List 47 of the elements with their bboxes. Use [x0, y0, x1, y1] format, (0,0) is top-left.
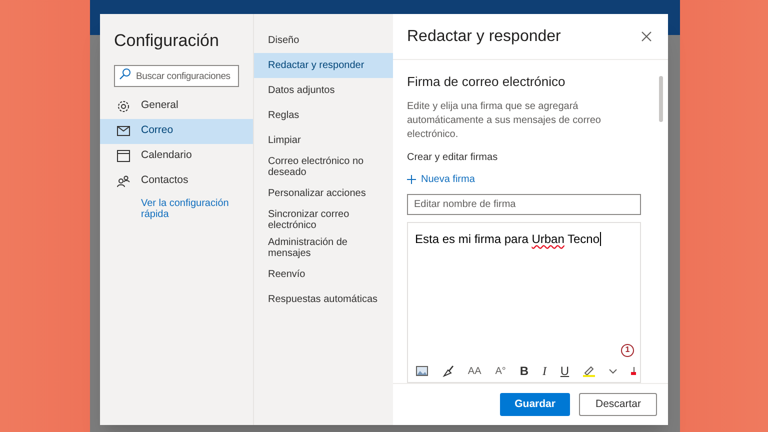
- subsection-item[interactable]: Reglas: [254, 103, 393, 128]
- subsection-item[interactable]: Respuestas automáticas: [254, 287, 393, 312]
- close-icon[interactable]: [641, 31, 652, 42]
- mail-icon: [117, 126, 130, 136]
- italic-button[interactable]: I: [542, 362, 546, 380]
- category-item[interactable]: Correo: [100, 118, 253, 144]
- category-item[interactable]: General: [100, 94, 253, 118]
- plus-icon: [407, 174, 416, 184]
- people-icon: [117, 175, 130, 187]
- signature-text: Esta es mi firma para Urban Tecno: [415, 231, 601, 248]
- new-signature-link[interactable]: Nueva firma: [407, 172, 654, 186]
- search-field[interactable]: Buscar configuraciones: [114, 65, 239, 87]
- calendar-icon: [117, 150, 130, 162]
- description-text: Edite y elija una firma que se agregará automáticamente a sus mensajes de correo electrónico.: [407, 100, 602, 142]
- scrollbar-thumb[interactable]: [659, 76, 663, 122]
- category-item[interactable]: Contactos: [100, 168, 253, 194]
- search-icon: [119, 68, 131, 80]
- subsection-item[interactable]: Datos adjuntos: [254, 78, 393, 103]
- bold-button[interactable]: B: [520, 362, 528, 380]
- discard-button[interactable]: Descartar: [579, 393, 657, 416]
- section-title: Firma de correo electrónico: [407, 73, 566, 91]
- subsection-item[interactable]: Reenvío: [254, 262, 393, 287]
- subsection-item[interactable]: Sincronizar correo electrónico: [254, 206, 393, 234]
- save-button[interactable]: Guardar: [500, 393, 570, 416]
- subsection-item[interactable]: Limpiar: [254, 128, 393, 153]
- panel-title: Redactar y responder: [407, 26, 561, 46]
- subsection-item[interactable]: Redactar y responder: [254, 53, 393, 78]
- gear-icon: [117, 100, 130, 112]
- chevron-down-icon[interactable]: [608, 368, 617, 374]
- image-icon[interactable]: [416, 366, 428, 376]
- signature-editor[interactable]: Esta es mi firma para Urban Tecno 1 AA A° B I U: [407, 222, 641, 383]
- font-color-icon[interactable]: [630, 367, 636, 375]
- subsection-item[interactable]: Personalizar acciones: [254, 181, 393, 206]
- underline-button[interactable]: U: [560, 362, 570, 380]
- brush-icon[interactable]: [442, 365, 454, 377]
- signature-name-field[interactable]: Editar nombre de firma: [407, 194, 641, 216]
- font-size-button[interactable]: A°: [495, 364, 506, 378]
- subsection-item[interactable]: Administración de mensajes: [254, 234, 393, 262]
- subsection-item[interactable]: Correo electrónico no deseado: [254, 153, 393, 181]
- category-item[interactable]: Calendario: [100, 144, 253, 168]
- dialog-title: Configuración: [113, 30, 220, 52]
- font-size-button[interactable]: AA: [468, 364, 482, 378]
- subsection-item[interactable]: Diseño: [254, 28, 393, 53]
- error-count-badge: 1: [621, 344, 634, 358]
- quick-settings-link[interactable]: Ver la configuración rápida: [100, 198, 253, 220]
- highlighter-icon[interactable]: [583, 365, 596, 377]
- subheading: Crear y editar firmas: [407, 150, 499, 164]
